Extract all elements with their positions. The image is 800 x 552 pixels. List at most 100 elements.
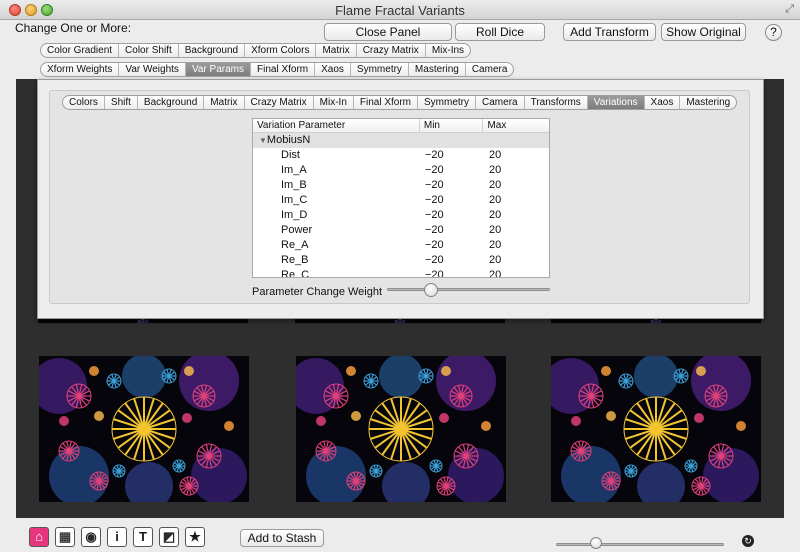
column-header-min[interactable]: Min <box>420 119 484 132</box>
tab-camera[interactable]: Camera <box>476 96 525 109</box>
option-matrix[interactable]: Matrix <box>316 44 357 57</box>
option-final-xform[interactable]: Final Xform <box>251 63 316 76</box>
option-mix-ins[interactable]: Mix-Ins <box>426 44 470 57</box>
roll-dice-button[interactable]: Roll Dice <box>455 23 545 41</box>
title-bar: Flame Fractal Variants ⤢ <box>0 0 800 20</box>
cell-max[interactable]: 20 <box>485 238 545 253</box>
option-mastering[interactable]: Mastering <box>409 63 466 76</box>
add-transform-button[interactable]: Add Transform <box>563 23 656 41</box>
table-row[interactable]: Power −20 20 <box>253 223 549 238</box>
cell-min[interactable]: −20 <box>421 253 485 268</box>
cell-param: Re_C <box>281 269 310 278</box>
cell-min[interactable]: −20 <box>421 208 485 223</box>
cell-min[interactable]: −20 <box>421 223 485 238</box>
cell-param: Im_D <box>281 209 308 221</box>
variation-group-row[interactable]: ▼MobiusN <box>253 133 549 148</box>
cell-max[interactable]: 20 <box>485 223 545 238</box>
change-options-row-2: Xform Weights Var Weights Var Params Final … <box>40 62 515 77</box>
star-icon[interactable]: ★ <box>185 527 205 547</box>
tab-shift[interactable]: Shift <box>105 96 138 109</box>
table-row[interactable]: Re_C −20 20 <box>253 268 549 278</box>
table-row[interactable]: Im_A −20 20 <box>253 163 549 178</box>
tab-matrix[interactable]: Matrix <box>204 96 245 109</box>
cell-max[interactable]: 20 <box>485 193 545 208</box>
cell-max[interactable]: 20 <box>485 253 545 268</box>
cell-min[interactable]: −20 <box>421 238 485 253</box>
cell-min[interactable]: −20 <box>421 148 485 163</box>
cell-param: Re_B <box>281 254 309 266</box>
help-button[interactable]: ? <box>765 24 782 41</box>
cell-min[interactable]: −20 <box>421 268 485 277</box>
option-background[interactable]: Background <box>179 44 246 57</box>
table-row[interactable]: Im_C −20 20 <box>253 193 549 208</box>
change-options-row-1: Color Gradient Color Shift Background Xform… <box>40 43 472 58</box>
variant-thumbnail[interactable] <box>296 356 506 502</box>
table-row[interactable]: Re_A −20 20 <box>253 238 549 253</box>
grid-icon[interactable]: ▦ <box>55 527 75 547</box>
option-color-gradient[interactable]: Color Gradient <box>41 44 120 57</box>
option-var-params[interactable]: Var Params <box>185 63 251 76</box>
tab-colors[interactable]: Colors <box>63 96 105 109</box>
tab-mix-in[interactable]: Mix-In <box>314 96 354 109</box>
zoom-slider-knob[interactable] <box>590 537 603 549</box>
zoom-slider[interactable] <box>556 543 724 546</box>
tab-transforms[interactable]: Transforms <box>525 96 588 109</box>
option-xform-weights[interactable]: Xform Weights <box>41 63 120 76</box>
tab-mastering[interactable]: Mastering <box>680 96 736 109</box>
cell-param: Im_B <box>281 179 307 191</box>
group-label: MobiusN <box>266 134 311 146</box>
column-header-max[interactable]: Max <box>483 119 549 132</box>
info-icon[interactable]: i <box>107 527 127 547</box>
option-xform-colors[interactable]: Xform Colors <box>245 44 317 57</box>
option-symmetry[interactable]: Symmetry <box>351 63 409 76</box>
cell-min[interactable]: −20 <box>421 193 485 208</box>
cell-max[interactable]: 20 <box>485 208 545 223</box>
cell-param: Dist <box>281 149 300 161</box>
slider-knob[interactable] <box>424 283 438 297</box>
cell-param: Im_A <box>281 164 307 176</box>
palette-icon[interactable]: ◩ <box>159 527 179 547</box>
table-row[interactable]: Re_B −20 20 <box>253 253 549 268</box>
option-var-weights[interactable]: Var Weights <box>119 63 186 76</box>
fullscreen-icon[interactable]: ⤢ <box>785 3 794 16</box>
variation-params-table[interactable]: Variation Parameter Min Max ▼MobiusN Dis… <box>252 118 550 278</box>
refresh-icon[interactable]: ↻ <box>742 535 754 547</box>
tab-crazy-matrix[interactable]: Crazy Matrix <box>245 96 314 109</box>
add-to-stash-button[interactable]: Add to Stash <box>240 529 324 547</box>
disclosure-triangle-icon[interactable]: ▼ <box>259 136 267 145</box>
option-xaos[interactable]: Xaos <box>315 63 351 76</box>
cell-max[interactable]: 20 <box>485 163 545 178</box>
cell-max[interactable]: 20 <box>485 148 545 163</box>
parameter-change-weight-label: Parameter Change Weight <box>252 286 383 298</box>
cell-min[interactable]: −20 <box>421 178 485 193</box>
tab-background[interactable]: Background <box>138 96 205 109</box>
cell-min[interactable]: −20 <box>421 163 485 178</box>
tab-xaos[interactable]: Xaos <box>645 96 681 109</box>
cell-max[interactable]: 20 <box>485 178 545 193</box>
tab-symmetry[interactable]: Symmetry <box>418 96 477 109</box>
parameter-change-weight-slider[interactable] <box>387 288 550 291</box>
option-color-shift[interactable]: Color Shift <box>119 44 179 57</box>
app-window: Flame Fractal Variants ⤢ Change One or M… <box>0 0 800 552</box>
text-icon[interactable]: T <box>133 527 153 547</box>
tab-final-xform[interactable]: Final Xform <box>354 96 419 109</box>
close-panel-button[interactable]: Close Panel <box>324 23 452 41</box>
cell-max[interactable]: 20 <box>485 268 545 277</box>
tab-variations[interactable]: Variations <box>587 96 645 109</box>
change-label: Change One or More: <box>15 21 132 35</box>
table-row[interactable]: Im_D −20 20 <box>253 208 549 223</box>
table-row[interactable]: Im_B −20 20 <box>253 178 549 193</box>
option-camera[interactable]: Camera <box>466 63 514 76</box>
show-original-button[interactable]: Show Original <box>661 23 746 41</box>
option-crazy-matrix[interactable]: Crazy Matrix <box>357 44 426 57</box>
eye-icon[interactable]: ◉ <box>81 527 101 547</box>
column-header-param[interactable]: Variation Parameter <box>253 119 420 132</box>
cell-param: Power <box>281 224 313 236</box>
table-header: Variation Parameter Min Max <box>253 119 549 133</box>
table-row[interactable]: Dist −20 20 <box>253 148 549 163</box>
home-icon[interactable]: ⌂ <box>29 527 49 547</box>
cell-param: Im_C <box>281 194 308 206</box>
variant-thumbnail[interactable] <box>39 356 249 502</box>
window-title: Flame Fractal Variants <box>335 3 465 18</box>
variant-thumbnail[interactable] <box>551 356 761 502</box>
